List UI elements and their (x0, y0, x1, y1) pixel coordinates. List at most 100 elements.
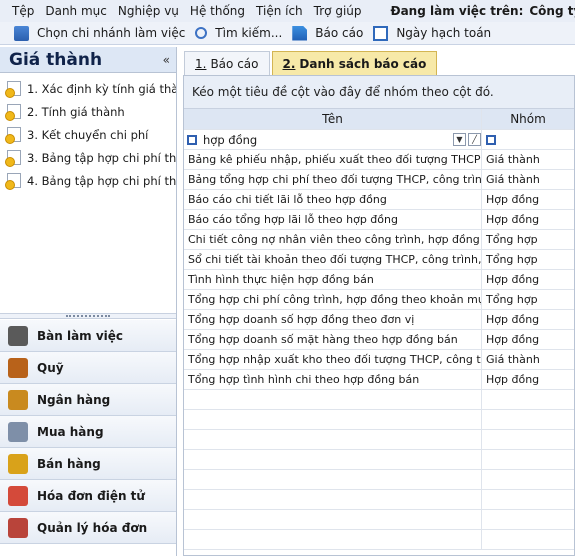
grid-header: Tên Nhóm (184, 109, 574, 130)
empty-cell (184, 430, 482, 449)
table-row[interactable]: Báo cáo chi tiết lãi lỗ theo hợp đồng Hợp… (184, 190, 574, 210)
filter-icon (486, 134, 496, 145)
empty-row (184, 430, 574, 450)
panel-splitter[interactable] (0, 313, 176, 319)
filter-dropdown-icon[interactable]: ▼ (453, 133, 466, 146)
table-row[interactable]: Tổng hợp nhập xuất kho theo đối tượng TH… (184, 350, 574, 370)
report-button[interactable]: Báo cáo (292, 25, 363, 41)
report-group-cell: Hợp đồng (486, 373, 540, 386)
post-date-button[interactable]: Ngày hạch toán (373, 25, 491, 41)
choose-branch-label: Chọn chi nhánh làm việc (37, 26, 186, 40)
empty-cell (184, 410, 482, 429)
report-group-cell: Hợp đồng (486, 273, 540, 286)
module-label: Bán hàng (37, 456, 101, 471)
search-button[interactable]: Tìm kiếm... (195, 26, 282, 40)
report-name-cell: Tổng hợp nhập xuất kho theo đối tượng TH… (184, 350, 482, 369)
search-label: Tìm kiếm... (215, 26, 283, 40)
empty-row (184, 490, 574, 510)
menu-help[interactable]: Trợ giúp (314, 4, 362, 18)
document-icon (5, 150, 21, 167)
clear-filter-icon[interactable]: ╱ (468, 133, 481, 146)
column-header-group[interactable]: Nhóm (482, 109, 574, 129)
tree-item-cost-summary-b[interactable]: 4. Bảng tập hợp chi phí the... (0, 169, 176, 192)
report-name-cell: Tổng hợp tình hình chi theo hợp đồng bán (184, 370, 482, 389)
group-filter-cell[interactable] (482, 130, 574, 149)
report-name-cell: Chi tiết công nợ nhân viên theo công trì… (184, 230, 482, 249)
tab-strip: 1. Báo cáo 2. Danh sách báo cáo (184, 51, 439, 75)
module-label: Hóa đơn điện tử (37, 488, 145, 503)
report-name-cell: Bảng kê phiếu nhập, phiếu xuất theo đối … (184, 150, 482, 169)
menu-catalog[interactable]: Danh mục (45, 4, 107, 18)
menu-bar: Tệp Danh mục Nghiệp vụ Hệ thống Tiện ích… (0, 0, 575, 22)
table-row[interactable]: Chi tiết công nợ nhân viên theo công trì… (184, 230, 574, 250)
menu-system[interactable]: Hệ thống (190, 4, 245, 18)
tree-item-label: 3. Kết chuyển chi phí (27, 127, 149, 142)
module-purchase[interactable]: Mua hàng (0, 416, 176, 448)
table-row[interactable]: Bảng tổng hợp chi phí theo đối tượng THC… (184, 170, 574, 190)
tree-item-calculate-cost[interactable]: 2. Tính giá thành (0, 100, 176, 123)
report-list-panel: Kéo một tiêu đề cột vào đây để nhóm theo… (183, 75, 575, 556)
report-grid: Tên Nhóm hợp đồng ▼ ╱ Bảng kê phiếu nhập… (184, 109, 574, 550)
name-filter-input[interactable]: hợp đồng (203, 133, 451, 147)
sales-icon (8, 453, 28, 474)
empty-cell (184, 450, 482, 469)
module-fund[interactable]: Quỹ (0, 352, 176, 384)
table-row[interactable]: Tổng hợp doanh số mặt hàng theo hợp đồng… (184, 330, 574, 350)
empty-row (184, 510, 574, 530)
empty-cell (184, 510, 482, 529)
module-label: Quỹ (37, 360, 64, 375)
table-row[interactable]: Báo cáo tổng hợp lãi lỗ theo hợp đồng Hợp… (184, 210, 574, 230)
module-desk[interactable]: Bàn làm việc (0, 320, 176, 352)
name-filter-cell[interactable]: hợp đồng ▼ ╱ (184, 130, 482, 149)
choose-branch-button[interactable]: Chọn chi nhánh làm việc (14, 25, 186, 41)
tab-reports[interactable]: 1. Báo cáo (184, 51, 270, 75)
empty-cell (184, 470, 482, 489)
menu-operations[interactable]: Nghiệp vụ (118, 4, 179, 18)
empty-cell (482, 510, 574, 529)
empty-cell (482, 490, 574, 509)
table-row[interactable]: Tổng hợp chi phí công trình, hợp đồng th… (184, 290, 574, 310)
report-group-cell: Hợp đồng (486, 213, 540, 226)
empty-row (184, 530, 574, 550)
report-name-cell: Tổng hợp chi phí công trình, hợp đồng th… (184, 290, 482, 309)
table-row[interactable]: Sổ chi tiết tài khoản theo đối tượng THC… (184, 250, 574, 270)
task-tree: 1. Xác định kỳ tính giá thành 2. Tính gi… (0, 73, 176, 192)
grip-icon (66, 315, 110, 317)
toolbar: Chọn chi nhánh làm việc Tìm kiếm... Báo … (0, 22, 575, 45)
tab-number: 2. (282, 56, 296, 71)
column-header-name[interactable]: Tên (184, 109, 482, 129)
module-invoice-management[interactable]: Quản lý hóa đơn (0, 512, 176, 544)
menu-file[interactable]: Tệp (12, 4, 34, 18)
table-row[interactable]: Tình hình thực hiện hợp đồng bán Hợp đồng (184, 270, 574, 290)
desk-icon (8, 325, 28, 346)
tree-item-determine-period[interactable]: 1. Xác định kỳ tính giá thành (0, 77, 176, 100)
menu-utilities[interactable]: Tiện ích (256, 4, 303, 18)
report-name-cell: Sổ chi tiết tài khoản theo đối tượng THC… (184, 250, 482, 269)
tab-report-list[interactable]: 2. Danh sách báo cáo (271, 51, 438, 75)
tree-item-transfer-cost[interactable]: 3. Kết chuyển chi phí (0, 123, 176, 146)
document-icon (5, 81, 21, 98)
report-group-cell: Tổng hợp (486, 233, 538, 246)
empty-row (184, 390, 574, 410)
bank-icon (8, 389, 28, 410)
empty-row (184, 410, 574, 430)
table-row[interactable]: Tổng hợp doanh số hợp đồng theo đơn vị Hợ… (184, 310, 574, 330)
tree-item-cost-summary-a[interactable]: 3. Bảng tập hợp chi phí the... (0, 146, 176, 169)
table-row[interactable]: Bảng kê phiếu nhập, phiếu xuất theo đối … (184, 150, 574, 170)
empty-cell (482, 430, 574, 449)
empty-row (184, 470, 574, 490)
report-group-cell: Hợp đồng (486, 313, 540, 326)
collapse-icon[interactable]: « (163, 53, 170, 67)
empty-cell (482, 530, 574, 549)
module-e-invoice[interactable]: Hóa đơn điện tử (0, 480, 176, 512)
table-row[interactable]: Tổng hợp tình hình chi theo hợp đồng bán… (184, 370, 574, 390)
left-panel: Giá thành « 1. Xác định kỳ tính giá thàn… (0, 47, 177, 556)
document-icon (5, 104, 21, 121)
empty-grid-area (184, 390, 574, 550)
module-sales[interactable]: Bán hàng (0, 448, 176, 480)
report-name-cell: Báo cáo chi tiết lãi lỗ theo hợp đồng (184, 190, 482, 209)
group-by-area[interactable]: Kéo một tiêu đề cột vào đây để nhóm theo… (184, 76, 574, 109)
module-bank[interactable]: Ngân hàng (0, 384, 176, 416)
report-name-cell: Bảng tổng hợp chi phí theo đối tượng THC… (184, 170, 482, 189)
tree-item-label: 2. Tính giá thành (27, 104, 125, 119)
